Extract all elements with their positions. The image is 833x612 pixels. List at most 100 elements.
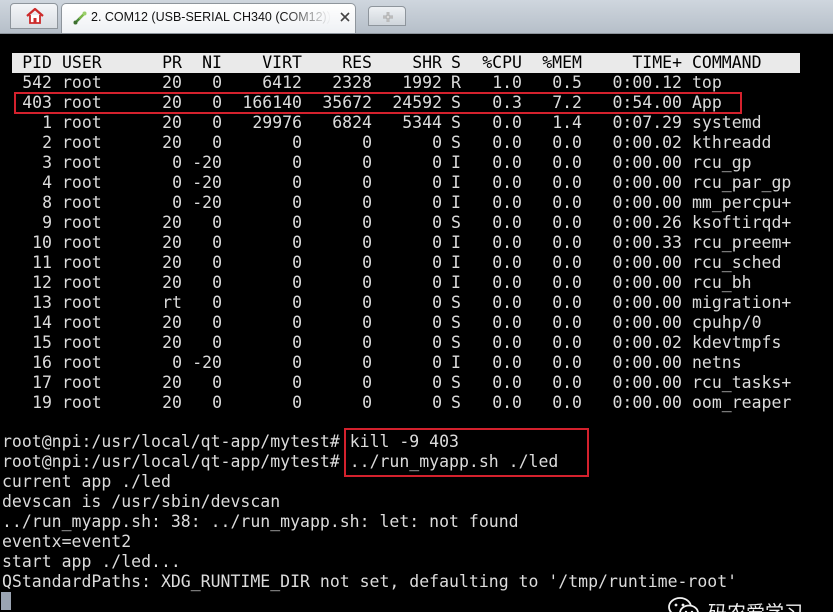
output-line: QStandardPaths: XDG_RUNTIME_DIR not set,… bbox=[2, 572, 738, 591]
cell-virt: 6412 bbox=[262, 73, 302, 92]
serial-connection-icon bbox=[73, 11, 87, 25]
cell-res: 0 bbox=[362, 173, 372, 192]
cell-virt: 0 bbox=[292, 193, 302, 212]
cell-pid: 9 bbox=[42, 213, 52, 232]
cell-pid: 15 bbox=[32, 333, 52, 352]
shell-command: kill -9 403 bbox=[339, 432, 459, 451]
table-row: 16 root 0 -20 0 0 0 I 0.0 0.0 0:00.00 netns bbox=[0, 353, 833, 373]
table-row: 12 root 20 0 0 0 0 I 0.0 0.0 0:00.00 rcu_bh bbox=[0, 273, 833, 293]
cell-pid: 14 bbox=[32, 313, 52, 332]
output-line: ../run_myapp.sh: 38: ../run_myapp.sh: le… bbox=[2, 512, 519, 531]
cell-shr: 0 bbox=[432, 333, 442, 352]
cell-cpu: 0.0 bbox=[492, 313, 522, 332]
home-tab-button[interactable] bbox=[10, 3, 58, 29]
cell-mem: 0.0 bbox=[552, 273, 582, 292]
cell-mem: 0.0 bbox=[552, 333, 582, 352]
close-icon[interactable] bbox=[338, 10, 352, 24]
cell-command: netns bbox=[692, 353, 742, 372]
cell-ni: 0 bbox=[212, 253, 222, 272]
cell-pid: 10 bbox=[32, 233, 52, 252]
cell-state: S bbox=[451, 93, 461, 112]
cell-shr: 0 bbox=[432, 233, 442, 252]
header-command: COMMAND bbox=[692, 53, 762, 72]
terminal-area[interactable]: PID USER PR NI VIRT RES SHR S %CPU %MEM TIME+ COMMA… bbox=[0, 34, 833, 612]
wechat-icon bbox=[668, 597, 699, 612]
cell-time: 0:00.02 bbox=[612, 333, 682, 352]
new-tab-button[interactable] bbox=[368, 6, 406, 26]
cell-mem: 0.0 bbox=[552, 193, 582, 212]
cell-res: 0 bbox=[362, 133, 372, 152]
watermark: 码农爱学习 bbox=[666, 595, 826, 612]
cell-cpu: 0.3 bbox=[492, 93, 522, 112]
table-row: 15 root 20 0 0 0 0 S 0.0 0.0 0:00.02 kdevtmpfs bbox=[0, 333, 833, 353]
cell-res: 6824 bbox=[332, 113, 372, 132]
cell-time: 0:00.00 bbox=[612, 193, 682, 212]
cell-pid: 8 bbox=[42, 193, 52, 212]
cell-pr: 0 bbox=[172, 173, 182, 192]
cell-state: I bbox=[451, 273, 461, 292]
cell-pid: 4 bbox=[42, 173, 52, 192]
cell-state: S bbox=[451, 293, 461, 312]
table-row: 11 root 20 0 0 0 0 I 0.0 0.0 0:00.00 rcu_sched bbox=[0, 253, 833, 273]
cell-ni: 0 bbox=[212, 373, 222, 392]
table-row: 19 root 20 0 0 0 0 S 0.0 0.0 0:00.00 oom_reaper bbox=[0, 393, 833, 413]
cell-command: App bbox=[692, 93, 722, 112]
cell-res: 0 bbox=[362, 333, 372, 352]
cell-res: 2328 bbox=[332, 73, 372, 92]
cell-command: rcu_par_gp bbox=[692, 173, 792, 192]
cell-command: cpuhp/0 bbox=[692, 313, 762, 332]
cell-pr: 20 bbox=[162, 253, 182, 272]
cell-time: 0:00.00 bbox=[612, 253, 682, 272]
cell-shr: 0 bbox=[432, 193, 442, 212]
header-mem: %MEM bbox=[542, 53, 582, 72]
cell-state: S bbox=[451, 373, 461, 392]
cell-pid: 16 bbox=[32, 353, 52, 372]
cell-user: root bbox=[62, 113, 102, 132]
cell-command: ksoftirqd+ bbox=[692, 213, 792, 232]
cell-state: S bbox=[451, 113, 461, 132]
cell-pid: 17 bbox=[32, 373, 52, 392]
cell-user: root bbox=[62, 193, 102, 212]
command-line: root@npi:/usr/local/qt-app/mytest# ../ru… bbox=[2, 452, 558, 472]
cell-mem: 0.0 bbox=[552, 133, 582, 152]
cell-state: S bbox=[451, 133, 461, 152]
command-line: root@npi:/usr/local/qt-app/mytest# kill … bbox=[2, 432, 459, 452]
cell-command: systemd bbox=[692, 113, 762, 132]
cell-time: 0:54.00 bbox=[612, 93, 682, 112]
cell-virt: 0 bbox=[292, 353, 302, 372]
cell-user: root bbox=[62, 353, 102, 372]
header-virt: VIRT bbox=[262, 53, 302, 72]
cell-user: root bbox=[62, 253, 102, 272]
cell-ni: 0 bbox=[212, 133, 222, 152]
cell-shr: 0 bbox=[432, 313, 442, 332]
cell-cpu: 0.0 bbox=[492, 213, 522, 232]
header-pid: PID bbox=[22, 53, 52, 72]
header-cpu: %CPU bbox=[482, 53, 522, 72]
cell-time: 0:00.00 bbox=[612, 393, 682, 412]
cell-time: 0:00.00 bbox=[612, 173, 682, 192]
cell-mem: 0.0 bbox=[552, 353, 582, 372]
tab-com12[interactable]: 2. COM12 (USB-SERIAL CH340 (COM12)) bbox=[61, 3, 356, 33]
cell-user: root bbox=[62, 73, 102, 92]
cell-time: 0:00.00 bbox=[612, 353, 682, 372]
cell-cpu: 1.0 bbox=[492, 73, 522, 92]
cell-shr: 5344 bbox=[402, 113, 442, 132]
cell-virt: 0 bbox=[292, 213, 302, 232]
output-line: devscan is /usr/sbin/devscan bbox=[2, 492, 281, 511]
header-res: RES bbox=[342, 53, 372, 72]
table-row: 8 root 0 -20 0 0 0 I 0.0 0.0 0:00.00 mm_percpu+ bbox=[0, 193, 833, 213]
cell-cpu: 0.0 bbox=[492, 113, 522, 132]
cell-pr: 20 bbox=[162, 273, 182, 292]
cell-virt: 0 bbox=[292, 253, 302, 272]
cell-mem: 0.5 bbox=[552, 73, 582, 92]
cell-ni: 0 bbox=[212, 293, 222, 312]
cell-cpu: 0.0 bbox=[492, 393, 522, 412]
cell-shr: 0 bbox=[432, 153, 442, 172]
shell-prompt: root@npi:/usr/local/qt-app/mytest# bbox=[2, 432, 340, 451]
cell-command: rcu_preem+ bbox=[692, 233, 792, 252]
cell-res: 0 bbox=[362, 153, 372, 172]
cell-time: 0:00.00 bbox=[612, 313, 682, 332]
cell-virt: 0 bbox=[292, 173, 302, 192]
cell-user: root bbox=[62, 373, 102, 392]
cell-shr: 0 bbox=[432, 133, 442, 152]
